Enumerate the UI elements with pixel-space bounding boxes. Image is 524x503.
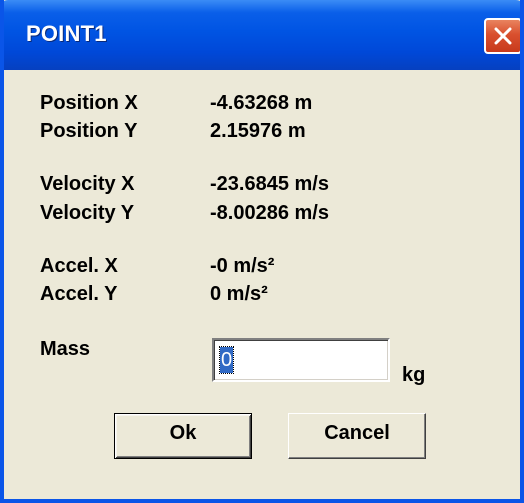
- mass-input-value: 0: [218, 346, 235, 374]
- position-x-label: Position X: [40, 92, 138, 114]
- cancel-button[interactable]: Cancel: [288, 413, 426, 459]
- close-button[interactable]: [484, 18, 520, 54]
- ok-button[interactable]: Ok: [114, 413, 252, 459]
- position-y-value: 2.15976 m: [210, 120, 306, 142]
- position-y-label: Position Y: [40, 120, 138, 142]
- title-bar[interactable]: POINT1: [4, 0, 520, 70]
- accel-y-value: 0 m/s²: [210, 283, 268, 305]
- velocity-y-label: Velocity Y: [40, 202, 135, 224]
- velocity-y-value: -8.00286 m/s: [210, 202, 329, 224]
- position-x-value: -4.63268 m: [210, 92, 313, 114]
- velocity-x-value: -23.6845 m/s: [210, 173, 329, 195]
- velocity-x-label: Velocity X: [40, 173, 135, 195]
- close-icon: [494, 27, 512, 45]
- window-title: POINT1: [26, 21, 107, 46]
- mass-unit: kg: [402, 364, 426, 386]
- accel-x-label: Accel. X: [40, 255, 118, 277]
- accel-y-label: Accel. Y: [40, 283, 118, 305]
- mass-input[interactable]: 0: [212, 338, 390, 382]
- accel-x-value: -0 m/s²: [210, 255, 275, 277]
- point-properties-dialog: POINT1 Position X -4.63268 m Position Y …: [0, 0, 524, 503]
- mass-label: Mass: [40, 338, 91, 360]
